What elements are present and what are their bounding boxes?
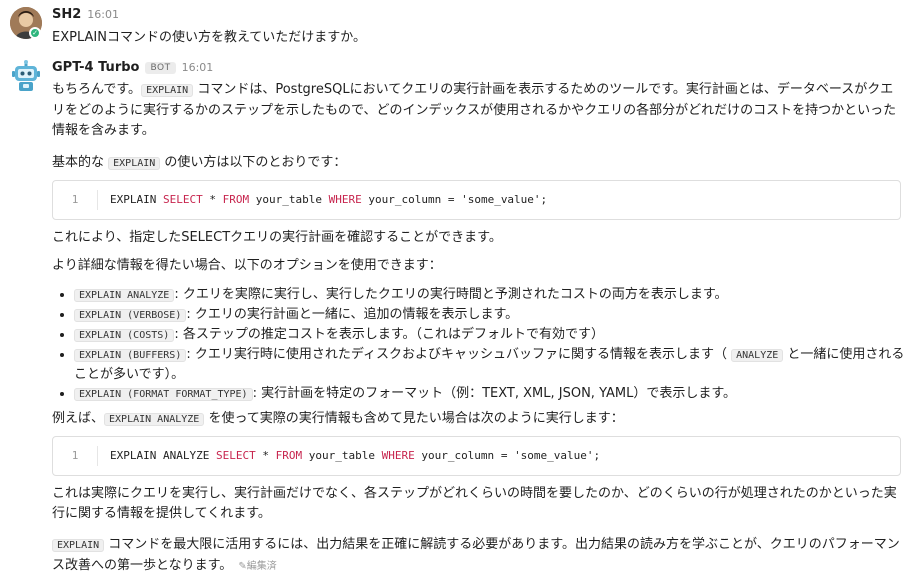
option-description: : クエリを実際に実行し、実行したクエリの実行時間と予測されたコストの両方を表示… xyxy=(174,287,728,302)
code-token: your_column xyxy=(368,193,442,206)
code-line: EXPLAIN SELECT * FROM your_table WHERE y… xyxy=(110,181,547,219)
option-description: : 実行計画を特定のフォーマット（例：TEXT, XML, JSON, YAML… xyxy=(252,386,737,401)
list-item: EXPLAIN (FORMAT FORMAT_TYPE): 実行計画を特定のフォ… xyxy=(74,384,905,404)
code-token: your_table xyxy=(308,449,375,462)
line-number: 1 xyxy=(71,449,79,462)
code-token: your_column xyxy=(421,449,495,462)
options-list: EXPLAIN ANALYZE: クエリを実際に実行し、実行したクエリの実行時間… xyxy=(52,285,905,404)
inline-code: ANALYZE xyxy=(731,349,784,362)
bot-badge: BOT xyxy=(145,62,176,74)
inline-code: EXPLAIN ANALYZE xyxy=(74,289,175,302)
inline-code: EXPLAIN xyxy=(141,84,194,97)
list-item: EXPLAIN ANALYZE: クエリを実際に実行し、実行したクエリの実行時間… xyxy=(74,285,905,305)
paragraph-conclusion: EXPLAIN コマンドを最大限に活用するには、出力結果を正確に解読する必要があ… xyxy=(52,535,905,577)
code-keyword: FROM xyxy=(275,449,303,462)
code-token: = xyxy=(447,193,455,206)
intro-text-start: もちろんです。 xyxy=(52,82,142,97)
code-block-basic[interactable]: 1 EXPLAIN SELECT * FROM your_table WHERE… xyxy=(52,180,901,220)
option-description: : 各ステップの推定コストを表示します。（これはデフォルトで有効です） xyxy=(174,327,605,342)
code-token: * xyxy=(209,193,216,206)
code-line: EXPLAIN ANALYZE SELECT * FROM your_table… xyxy=(110,437,600,475)
paragraph-result: これにより、指定したSELECTクエリの実行計画を確認することができます。 xyxy=(52,230,502,245)
code-token: * xyxy=(262,449,269,462)
paragraph-basic-usage: 基本的な EXPLAIN の使い方は以下のとおりです： xyxy=(52,153,905,174)
line-number: 1 xyxy=(71,193,79,206)
conclusion-text: コマンドを最大限に活用するには、出力結果を正確に解読する必要があります。出力結果… xyxy=(52,537,900,573)
code-string: 'some_value'; xyxy=(461,193,548,206)
list-item: EXPLAIN (COSTS): 各ステップの推定コストを表示します。（これはデ… xyxy=(74,325,905,345)
paragraph-explanation: これは実際にクエリを実行し、実行計画だけでなく、各ステップがどれくらいの時間を要… xyxy=(52,486,897,521)
user-message-text: EXPLAINコマンドの使い方を教えていただけますか。 xyxy=(52,30,367,45)
code-keyword: FROM xyxy=(222,193,250,206)
code-token: EXPLAIN ANALYZE xyxy=(110,449,210,462)
code-token: EXPLAIN xyxy=(110,193,157,206)
pencil-icon: ✎ xyxy=(238,561,247,572)
bot-message-header: GPT-4 Turbo BOT 16:01 xyxy=(52,60,213,75)
inline-code: EXPLAIN (FORMAT FORMAT_TYPE) xyxy=(74,388,253,401)
inline-code: EXPLAIN (BUFFERS) xyxy=(74,349,187,362)
list-item: EXPLAIN (VERBOSE): クエリの実行計画と一緒に、追加の情報を表示… xyxy=(74,305,905,325)
user-name[interactable]: SH2 xyxy=(52,7,81,22)
basic-usage-text-rest: の使い方は以下のとおりです： xyxy=(160,155,347,170)
bot-message-time[interactable]: 16:01 xyxy=(182,61,214,74)
code-string: 'some_value'; xyxy=(514,449,601,462)
code-keyword: WHERE xyxy=(328,193,362,206)
edited-label: 編集済 xyxy=(246,561,277,572)
line-separator xyxy=(97,190,98,210)
list-item: EXPLAIN (BUFFERS): クエリ実行時に使用されたディスクおよびキャ… xyxy=(74,345,905,384)
inline-code: EXPLAIN xyxy=(108,157,161,170)
example-text-rest: を使って実際の実行情報も含めて見たい場合は次のように実行します： xyxy=(204,411,624,426)
bot-avatar[interactable] xyxy=(10,60,42,92)
online-status-icon: ✓ xyxy=(29,27,41,39)
code-keyword: WHERE xyxy=(381,449,415,462)
option-description: : クエリ実行時に使用されたディスクおよびキャッシュバッファに関する情報を表示し… xyxy=(186,347,727,362)
edited-indicator: ✎編集済 xyxy=(238,561,276,572)
paragraph-example-intro: 例えば、 EXPLAIN ANALYZE を使って実際の実行情報も含めて見たい場合… xyxy=(52,409,905,430)
inline-code: EXPLAIN ANALYZE xyxy=(104,413,205,426)
basic-usage-text-start: 基本的な xyxy=(52,155,109,170)
code-token: your_table xyxy=(255,193,322,206)
user-message-time[interactable]: 16:01 xyxy=(87,8,119,21)
code-keyword: SELECT xyxy=(162,193,203,206)
inline-code: EXPLAIN xyxy=(52,539,105,552)
user-message-header: SH2 16:01 xyxy=(52,7,119,22)
robot-icon xyxy=(12,60,40,91)
option-description: : クエリの実行計画と一緒に、追加の情報を表示します。 xyxy=(186,307,519,322)
paragraph-intro: もちろんです。 EXPLAIN コマンドは、PostgreSQLにおいてクエリの実… xyxy=(52,80,905,141)
inline-code: EXPLAIN (COSTS) xyxy=(74,329,175,342)
bot-name[interactable]: GPT-4 Turbo xyxy=(52,60,139,75)
example-text-start: 例えば、 xyxy=(52,411,105,426)
paragraph-options-intro: より詳細な情報を得たい場合、以下のオプションを使用できます： xyxy=(52,258,442,273)
code-keyword: SELECT xyxy=(215,449,256,462)
line-separator xyxy=(97,446,98,466)
code-token: = xyxy=(500,449,508,462)
code-block-analyze[interactable]: 1 EXPLAIN ANALYZE SELECT * FROM your_tab… xyxy=(52,436,901,476)
inline-code: EXPLAIN (VERBOSE) xyxy=(74,309,187,322)
